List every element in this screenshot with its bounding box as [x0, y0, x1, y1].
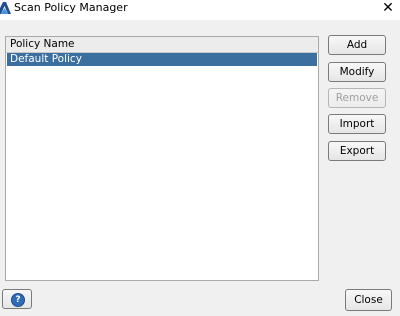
- list-item-label: Default Policy: [10, 53, 82, 65]
- window-title: Scan Policy Manager: [14, 1, 128, 14]
- title-bar: Scan Policy Manager ✕: [0, 0, 400, 20]
- export-button[interactable]: Export: [328, 141, 386, 161]
- policy-list[interactable]: Policy Name Default Policy: [5, 36, 319, 281]
- modify-button[interactable]: Modify: [328, 62, 386, 82]
- help-icon: ?: [11, 293, 25, 307]
- column-header-label: Policy Name: [10, 38, 75, 50]
- add-button[interactable]: Add: [328, 35, 386, 55]
- import-button[interactable]: Import: [328, 114, 386, 134]
- close-button[interactable]: Close: [345, 289, 392, 311]
- app-logo-icon: [0, 2, 11, 14]
- window-close-icon[interactable]: ✕: [380, 0, 396, 17]
- remove-button[interactable]: Remove: [328, 88, 386, 108]
- help-button[interactable]: ?: [2, 289, 32, 309]
- list-item[interactable]: Default Policy: [7, 53, 317, 66]
- column-header-policy-name[interactable]: Policy Name: [6, 37, 318, 53]
